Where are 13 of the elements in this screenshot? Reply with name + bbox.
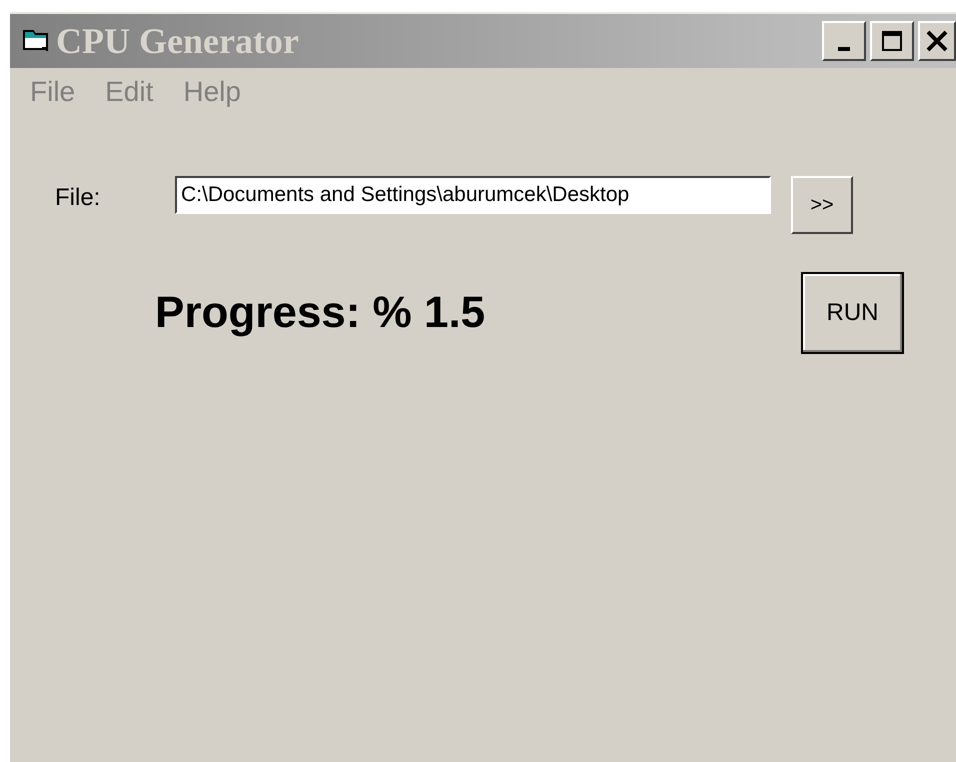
close-icon	[925, 29, 949, 53]
browse-button[interactable]: >>	[791, 176, 853, 234]
maximize-button[interactable]	[870, 21, 914, 61]
file-path-field[interactable]: C:\Documents and Settings\aburumcek\Desktop	[175, 176, 771, 214]
progress-label: Progress: % 1.5	[155, 288, 486, 338]
folder-icon	[22, 28, 50, 54]
run-button[interactable]: RUN	[801, 272, 904, 354]
maximize-icon	[880, 29, 904, 53]
minimize-icon	[838, 47, 850, 51]
window-title: CPU Generator	[56, 20, 299, 62]
minimize-button[interactable]	[822, 21, 866, 61]
file-label: File:	[55, 184, 102, 212]
close-button[interactable]	[918, 21, 956, 61]
